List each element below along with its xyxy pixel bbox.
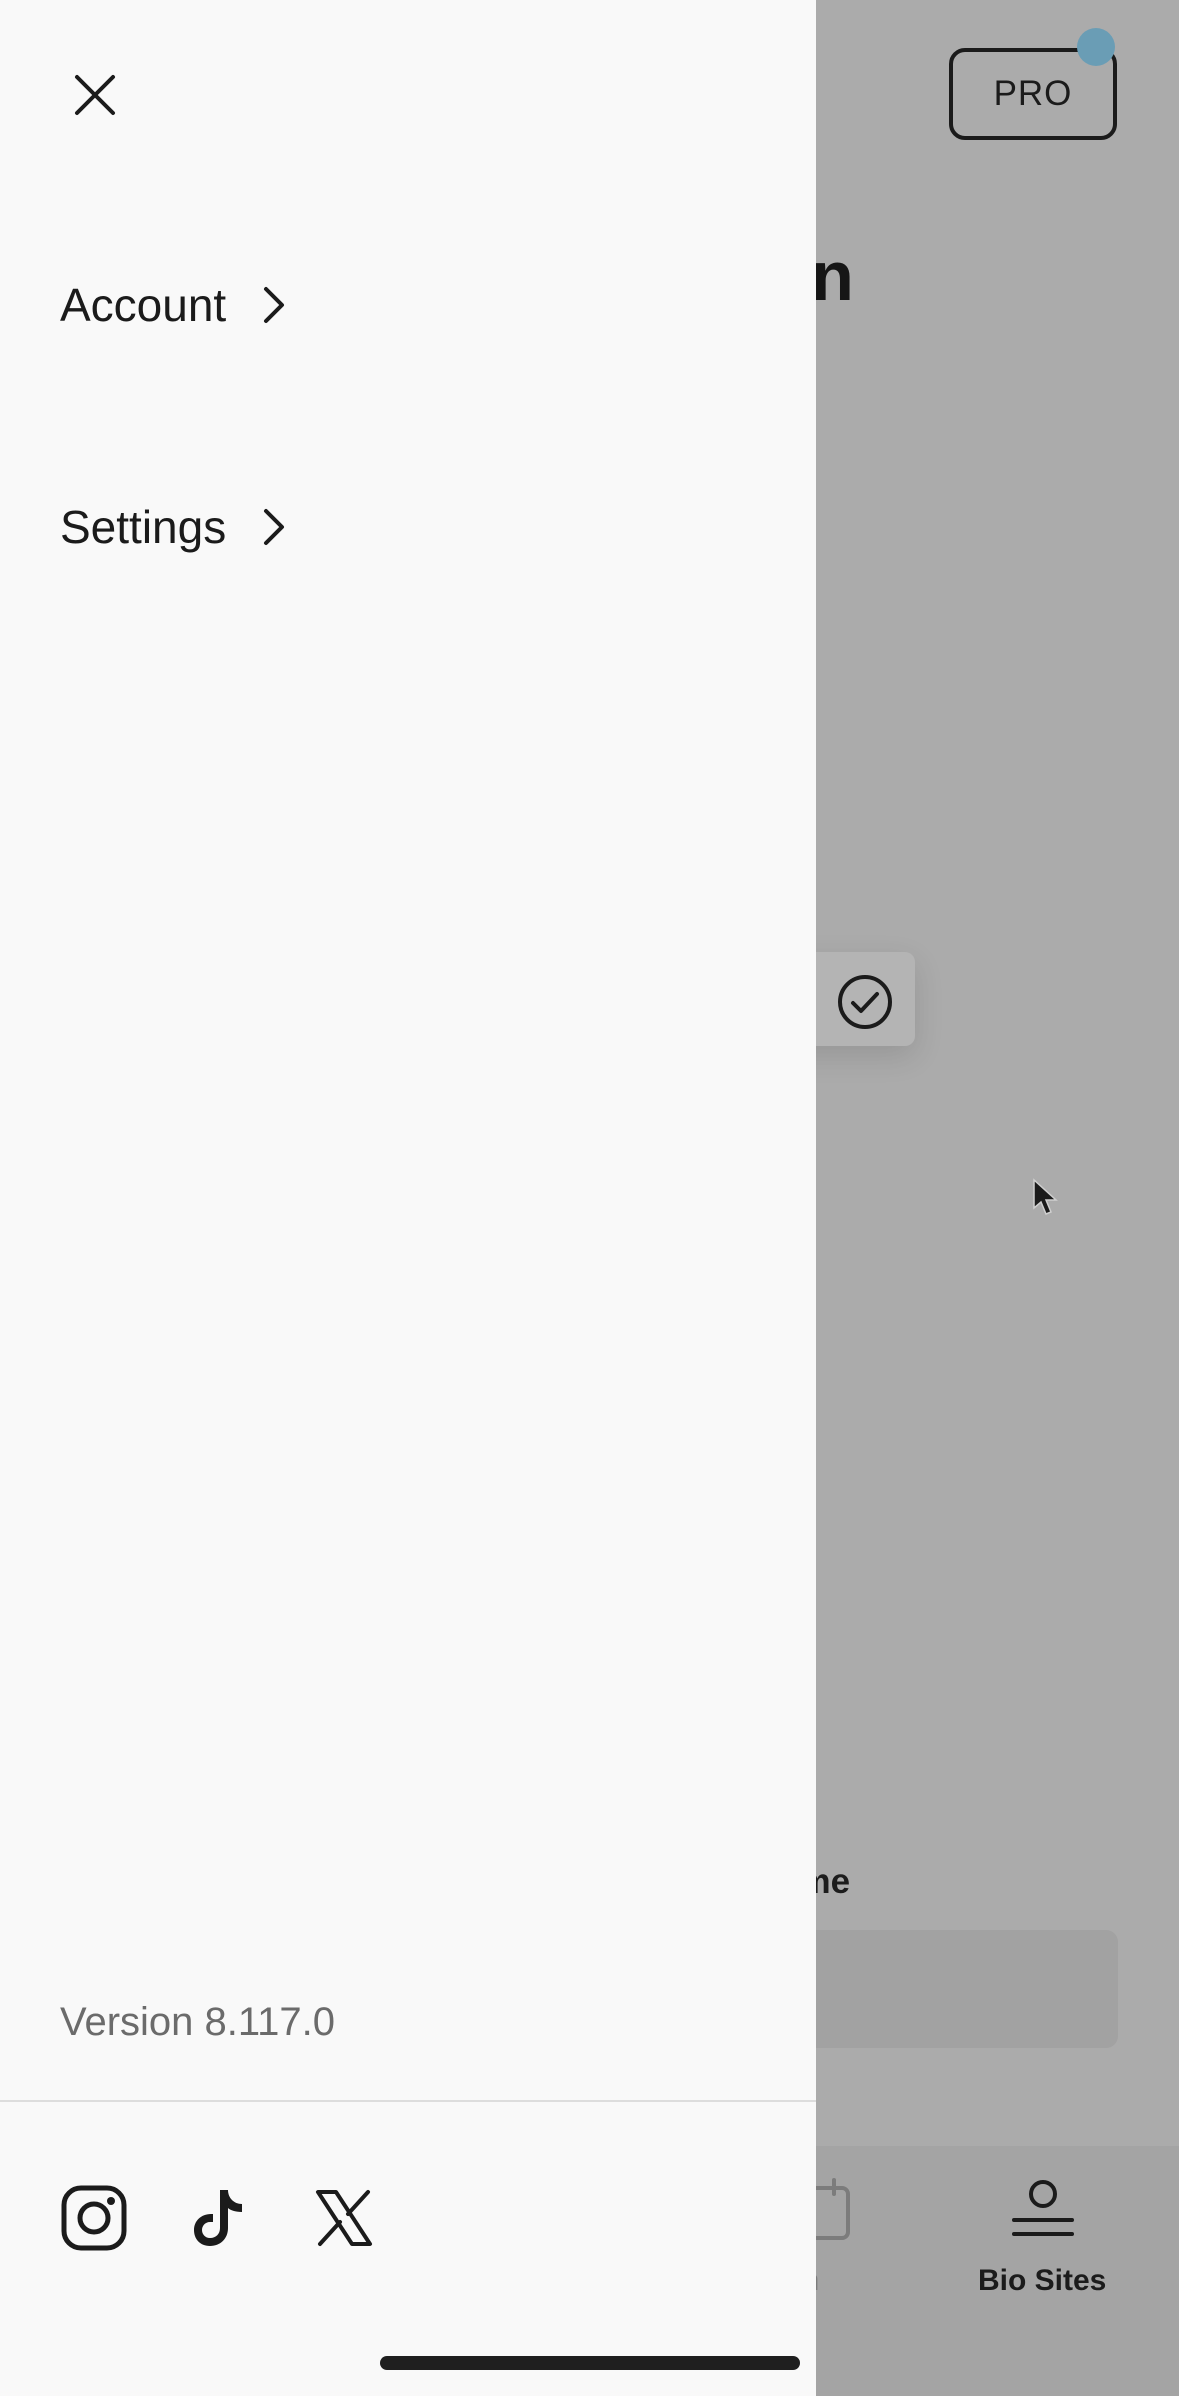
check-circle-icon bbox=[838, 975, 892, 1029]
notification-dot bbox=[1077, 28, 1115, 66]
close-button[interactable] bbox=[60, 60, 130, 130]
menu-item-account-label: Account bbox=[60, 279, 227, 331]
instagram-link[interactable] bbox=[58, 2182, 130, 2254]
tiktok-icon bbox=[194, 2190, 242, 2246]
menu-item-settings[interactable]: Settings bbox=[60, 500, 292, 554]
mouse-cursor-icon bbox=[1033, 1178, 1058, 1215]
menu-item-settings-label: Settings bbox=[60, 501, 227, 553]
tab-bio-sites-label[interactable]: Bio Sites bbox=[978, 2264, 1106, 2298]
x-link[interactable] bbox=[308, 2182, 380, 2254]
chevron-right-icon bbox=[262, 507, 292, 547]
version-label: Version 8.117.0 bbox=[60, 2000, 336, 2044]
divider bbox=[0, 2100, 816, 2102]
instagram-icon bbox=[61, 2185, 127, 2251]
home-indicator[interactable] bbox=[380, 2356, 800, 2370]
tiktok-link[interactable] bbox=[182, 2182, 254, 2254]
pro-button-label: PRO bbox=[993, 74, 1073, 113]
side-drawer: Account Settings Version 8.117.0 bbox=[0, 0, 816, 2396]
close-icon bbox=[75, 75, 115, 115]
menu-item-account[interactable]: Account bbox=[60, 278, 292, 332]
person-icon[interactable] bbox=[1010, 2178, 1076, 2244]
chevron-right-icon bbox=[262, 285, 292, 325]
screen: PRO orld in ame e an Bio Sites bbox=[0, 0, 1179, 2396]
x-icon bbox=[316, 2190, 372, 2246]
